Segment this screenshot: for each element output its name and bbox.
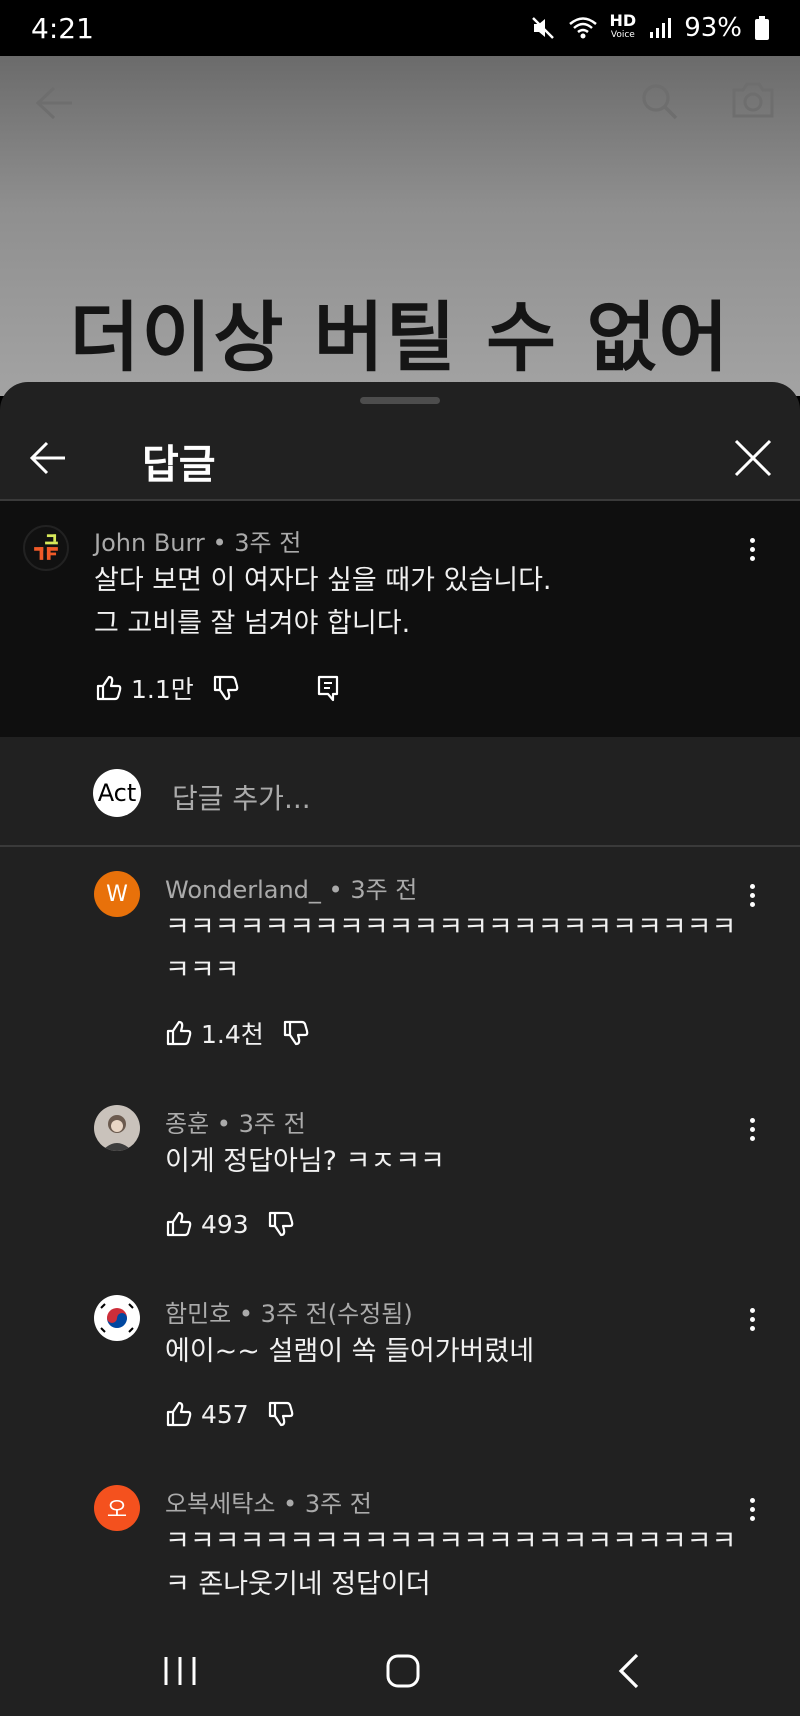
voice-label: Voice: [610, 30, 635, 40]
comment-author[interactable]: 종훈: [165, 1110, 209, 1138]
comment-meta: 종훈 • 3주 전: [165, 1110, 306, 1138]
replies-panel: 답글 John Burr • 3주 전 살다 보면 이 여자다 싶을 때가 있습…: [0, 382, 800, 1716]
comment-line: ㅋㅋㅋㅋㅋㅋㅋㅋㅋㅋㅋㅋㅋㅋㅋㅋㅋㅋㅋㅋㅋㅋㅋ: [165, 1526, 737, 1557]
like-icon[interactable]: [165, 1400, 193, 1428]
mute-icon: [531, 17, 554, 39]
comment-line: 이게 정답아님? ㅋㅈㅋㅋ: [165, 1146, 445, 1177]
avatar: Act: [93, 769, 141, 817]
system-nav-bar: [0, 1620, 800, 1716]
comment-line: 에이~~ 설램이 쏙 들어가버렸네: [165, 1336, 535, 1367]
comment-text: 살다 보면 이 여자다 싶을 때가 있습니다. 그 고비를 잘 넘겨야 합니다.: [94, 559, 552, 645]
comment-line: ㅋ 존나웃기네 정답이더: [165, 1569, 431, 1600]
battery-icon: [755, 16, 769, 40]
more-options-icon[interactable]: [750, 884, 758, 911]
status-time: 4:21: [31, 11, 94, 45]
hd-voice-badge: HD Voice: [610, 13, 637, 42]
avatar[interactable]: [94, 1105, 140, 1151]
more-options-icon[interactable]: [750, 1308, 758, 1335]
comment-text: ㅋㅋㅋㅋㅋㅋㅋㅋㅋㅋㅋㅋㅋㅋㅋㅋㅋㅋㅋㅋㅋㅋㅋ ㅋㅋㅋ: [165, 906, 736, 992]
comment-meta: 함민호 • 3주 전(수정됨): [165, 1300, 413, 1328]
recents-icon[interactable]: [163, 1656, 197, 1686]
comment-meta: 오복세탁소 • 3주 전: [165, 1490, 372, 1518]
wifi-icon: [568, 17, 597, 39]
avatar[interactable]: 오: [94, 1485, 140, 1531]
camera-icon[interactable]: [730, 80, 776, 120]
avatar[interactable]: W: [94, 871, 140, 917]
like-icon[interactable]: [95, 674, 123, 702]
dislike-icon[interactable]: [282, 1019, 310, 1047]
like-icon[interactable]: [165, 1210, 193, 1238]
add-reply-row[interactable]: Act 답글 추가...: [0, 737, 800, 847]
comment-text: 에이~~ 설램이 쏙 들어가버렸네: [165, 1330, 534, 1373]
divider: [0, 845, 800, 847]
comment-author[interactable]: 함민호: [165, 1300, 231, 1328]
comment-actions: 493: [165, 1207, 295, 1241]
comment-meta: Wonderland_ • 3주 전: [165, 876, 418, 904]
comment-author[interactable]: 오복세탁소: [165, 1490, 275, 1518]
drag-handle[interactable]: [360, 397, 440, 404]
signal-icon: [650, 18, 672, 38]
panel-title: 답글: [142, 442, 216, 488]
comment-line: ㅋㅋㅋ: [165, 955, 240, 986]
reply-icon[interactable]: [316, 674, 340, 702]
dislike-icon[interactable]: [267, 1400, 295, 1428]
comment-line: 그 고비를 잘 넘겨야 합니다.: [94, 608, 411, 639]
status-icons: HD Voice 93%: [530, 13, 770, 43]
comment-author[interactable]: Wonderland_: [165, 876, 321, 904]
avatar[interactable]: [94, 1295, 140, 1341]
video-caption: 더이상 버틸 수 없어: [69, 293, 731, 382]
comment-actions: 1.4천: [165, 1016, 310, 1050]
nav-back-icon[interactable]: [617, 1653, 641, 1689]
comment-age: 3주 전(수정됨): [260, 1300, 413, 1328]
home-icon[interactable]: [385, 1653, 421, 1689]
comment-line: ㅋㅋㅋㅋㅋㅋㅋㅋㅋㅋㅋㅋㅋㅋㅋㅋㅋㅋㅋㅋㅋㅋㅋ: [165, 912, 737, 943]
comment-line: 살다 보면 이 여자다 싶을 때가 있습니다.: [94, 565, 552, 596]
comment-actions: 457: [165, 1397, 295, 1431]
like-count: 1.1만: [131, 675, 194, 704]
profile-photo-icon: [102, 1115, 132, 1151]
back-arrow-icon[interactable]: [34, 84, 74, 122]
search-icon[interactable]: [640, 82, 680, 122]
parent-comment: John Burr • 3주 전 살다 보면 이 여자다 싶을 때가 있습니다.…: [0, 501, 800, 737]
video-player[interactable]: 더이상 버틸 수 없어: [0, 56, 800, 396]
comment-text: ㅋㅋㅋㅋㅋㅋㅋㅋㅋㅋㅋㅋㅋㅋㅋㅋㅋㅋㅋㅋㅋㅋㅋ ㅋ 존나웃기네 정답이더: [165, 1520, 736, 1606]
comment-author[interactable]: John Burr: [94, 529, 205, 557]
dislike-icon[interactable]: [267, 1210, 295, 1238]
more-options-icon[interactable]: [750, 1498, 758, 1525]
status-bar: 4:21 HD Voice 93%: [0, 0, 800, 56]
comment-age: 3주 전: [350, 876, 418, 904]
dislike-icon[interactable]: [212, 674, 240, 702]
more-options-icon[interactable]: [750, 538, 758, 565]
comment-text: 이게 정답아님? ㅋㅈㅋㅋ: [165, 1140, 445, 1183]
comment-age: 3주 전: [238, 1110, 306, 1138]
close-icon[interactable]: [733, 438, 773, 478]
video-top-controls: [0, 56, 800, 148]
more-options-icon[interactable]: [750, 1118, 758, 1145]
back-arrow-icon[interactable]: [30, 440, 66, 476]
battery-percent: 93%: [684, 13, 742, 43]
like-count: 493: [201, 1209, 249, 1239]
comment-age: 3주 전: [304, 1490, 372, 1518]
like-count: 1.4천: [201, 1020, 264, 1049]
comment-meta: John Burr • 3주 전: [94, 529, 302, 557]
comment-actions: 1.1만: [95, 671, 340, 705]
channel-logo-icon: [34, 534, 58, 560]
like-count: 457: [201, 1399, 249, 1429]
comment-age: 3주 전: [234, 529, 302, 557]
avatar[interactable]: [23, 525, 69, 571]
panel-header: 답글: [0, 418, 800, 500]
like-icon[interactable]: [165, 1019, 193, 1047]
korean-flag-icon: [100, 1303, 134, 1333]
add-reply-input[interactable]: 답글 추가...: [172, 777, 311, 817]
